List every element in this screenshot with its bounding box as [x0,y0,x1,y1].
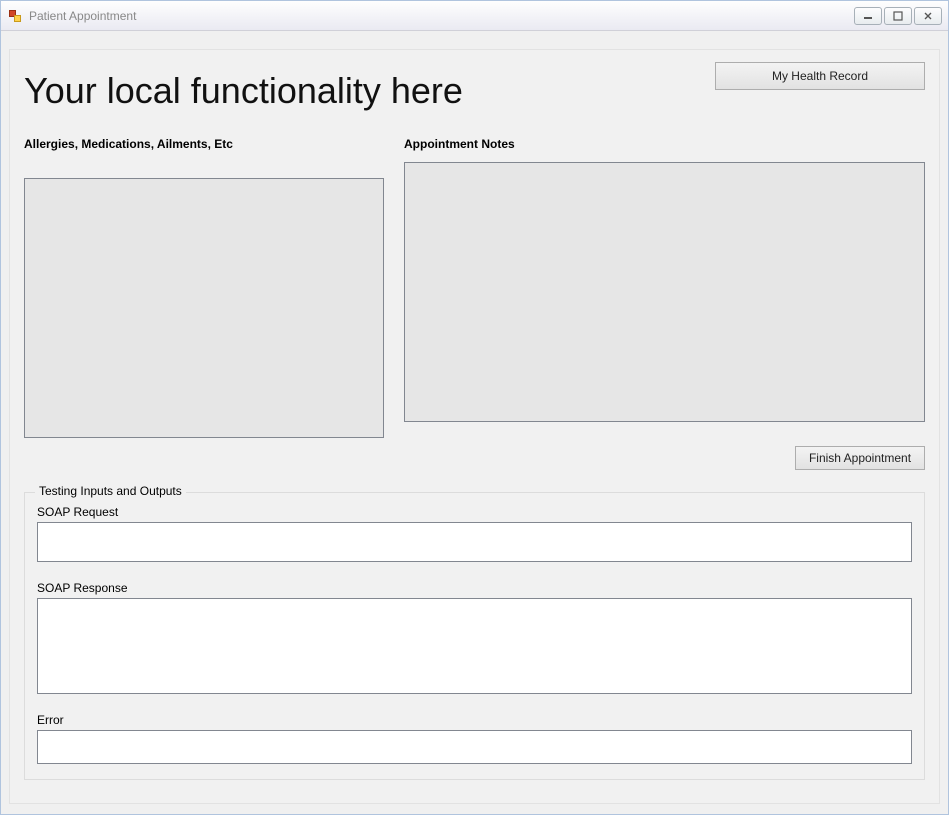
upper-panels: Allergies, Medications, Ailments, Etc Ap… [24,137,925,438]
appointment-notes-label: Appointment Notes [404,137,925,151]
client-area: Your local functionality here My Health … [1,31,948,814]
finish-appointment-button[interactable]: Finish Appointment [795,446,925,470]
allergies-label: Allergies, Medications, Ailments, Etc [24,137,384,151]
appointment-notes-textarea[interactable] [404,162,925,422]
finish-row: Finish Appointment [24,446,925,470]
page-title: Your local functionality here [24,70,463,112]
top-row: Your local functionality here My Health … [24,60,925,112]
error-label: Error [37,713,912,727]
minimize-icon [863,12,873,20]
soap-request-textarea[interactable] [37,522,912,562]
close-icon [923,11,933,21]
allergies-textarea[interactable] [24,178,384,438]
soap-response-label: SOAP Response [37,581,912,595]
window-title: Patient Appointment [29,9,136,23]
window-controls [854,7,942,25]
maximize-icon [893,11,903,21]
my-health-record-button[interactable]: My Health Record [715,62,925,90]
app-window: Patient Appointment Your local functiona… [0,0,949,815]
minimize-button[interactable] [854,7,882,25]
soap-request-section: SOAP Request [37,505,912,567]
testing-groupbox: Testing Inputs and Outputs SOAP Request … [24,492,925,780]
titlebar[interactable]: Patient Appointment [1,1,948,31]
maximize-button[interactable] [884,7,912,25]
soap-response-textarea[interactable] [37,598,912,694]
error-textarea[interactable] [37,730,912,764]
allergies-column: Allergies, Medications, Ailments, Etc [24,137,384,438]
soap-response-section: SOAP Response [37,581,912,699]
soap-request-label: SOAP Request [37,505,912,519]
content-panel: Your local functionality here My Health … [9,49,940,804]
close-button[interactable] [914,7,942,25]
error-section: Error [37,713,912,769]
app-icon [7,8,23,24]
notes-column: Appointment Notes [404,137,925,438]
testing-groupbox-title: Testing Inputs and Outputs [35,484,186,498]
